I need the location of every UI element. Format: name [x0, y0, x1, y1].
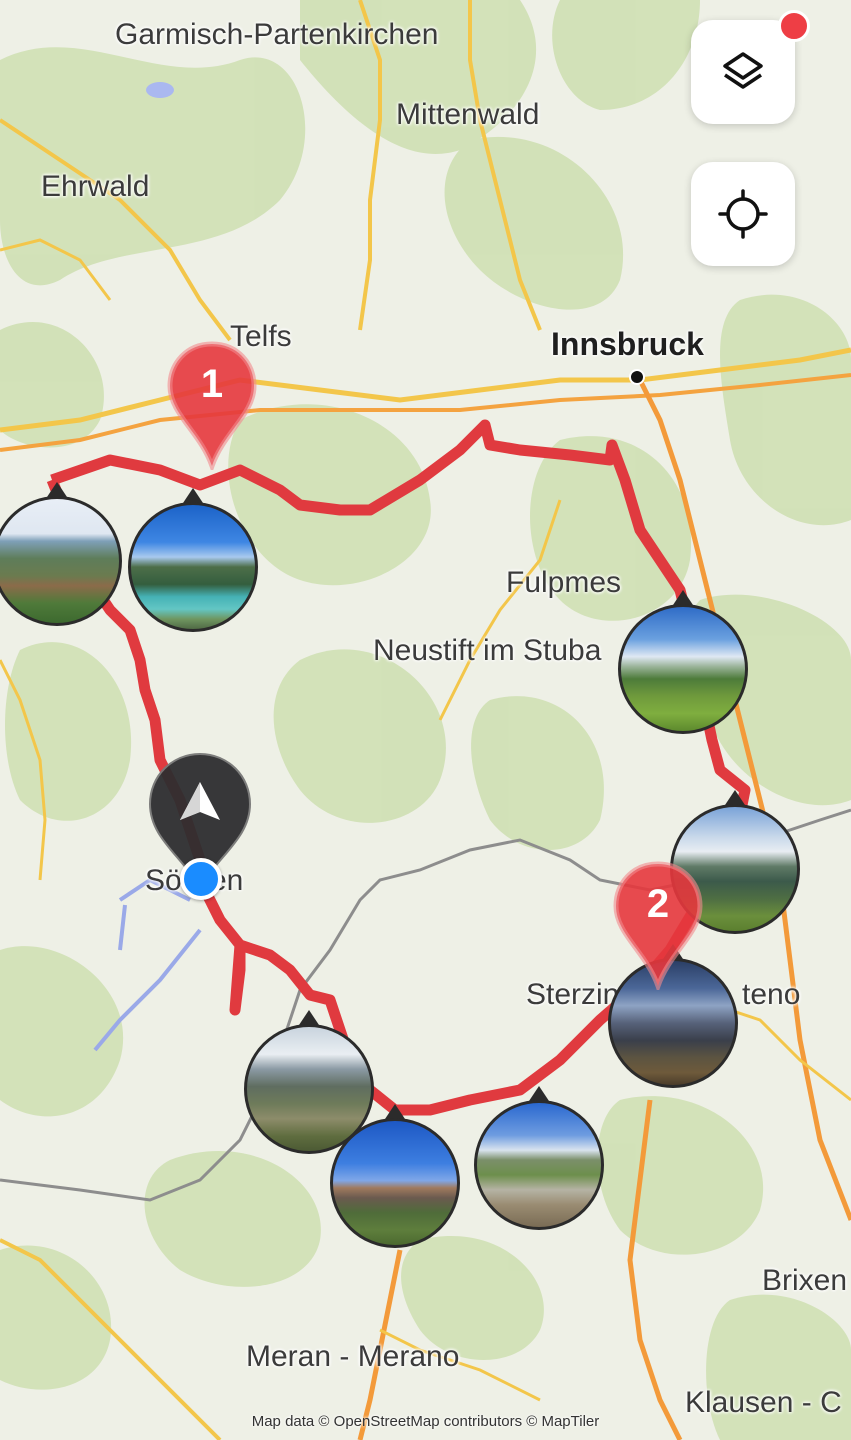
photo-thumbnail — [0, 496, 122, 626]
place-label: Ehrwald — [41, 170, 150, 203]
map-view[interactable]: Garmisch-Partenkirchen Mittenwald Ehrwal… — [0, 0, 851, 1440]
waypoint-number: 2 — [646, 882, 670, 926]
place-label: Meran - Merano — [246, 1340, 460, 1373]
place-label: Sterzin — [526, 978, 620, 1011]
photo-marker[interactable] — [0, 482, 122, 626]
crosshair-icon — [718, 189, 768, 239]
lake — [146, 82, 174, 98]
place-label: Brixen — [762, 1264, 848, 1297]
map-attribution: Map data © OpenStreetMap contributors © … — [251, 1413, 600, 1430]
layers-button[interactable] — [691, 20, 795, 124]
photo-marker[interactable] — [618, 590, 748, 734]
photo-thumbnail — [128, 502, 258, 632]
photo-marker[interactable] — [128, 488, 258, 632]
city-dot — [629, 369, 645, 385]
place-label: Mittenwald — [396, 98, 540, 131]
photo-thumbnail — [330, 1118, 460, 1248]
photo-marker[interactable] — [474, 1086, 604, 1230]
waypoint-pin-1[interactable]: 1 — [164, 340, 260, 474]
photo-marker[interactable] — [330, 1104, 460, 1248]
place-label: Neustift im Stuba — [373, 634, 602, 667]
waypoint-number: 1 — [200, 362, 224, 406]
waypoint-pin-2[interactable]: 2 — [610, 860, 706, 994]
notification-dot — [778, 10, 810, 42]
layers-icon — [723, 52, 763, 89]
place-label: Fulpmes — [506, 566, 622, 599]
place-label-innsbruck: Innsbruck — [551, 326, 704, 362]
place-label: Garmisch-Partenkirchen — [115, 18, 439, 51]
current-location-dot — [180, 858, 222, 900]
locate-me-button[interactable] — [691, 162, 795, 266]
place-label: teno — [742, 978, 801, 1011]
photo-thumbnail — [474, 1100, 604, 1230]
photo-thumbnail — [618, 604, 748, 734]
